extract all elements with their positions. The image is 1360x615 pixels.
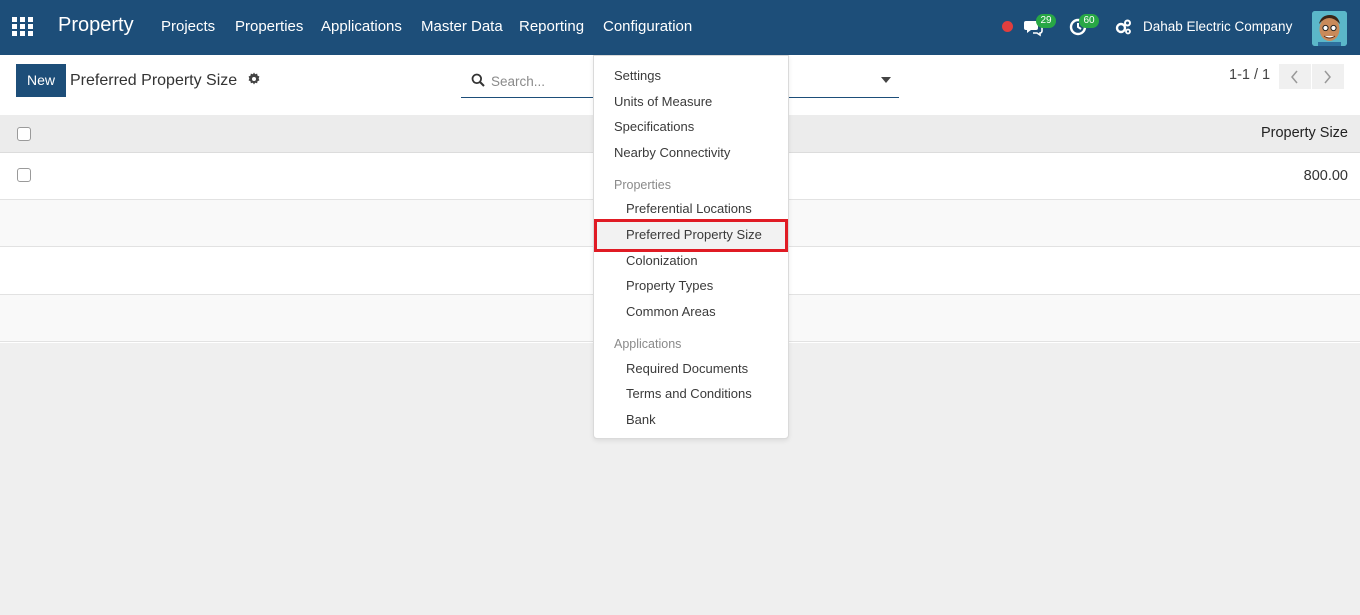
search-icon <box>471 73 485 87</box>
dropdown-item-nearby-connectivity[interactable]: Nearby Connectivity <box>614 145 730 160</box>
dropdown-item-units-of-measure[interactable]: Units of Measure <box>614 94 712 109</box>
dropdown-item-common-areas[interactable]: Common Areas <box>626 304 716 319</box>
column-header-property-size[interactable]: Property Size <box>1261 125 1348 141</box>
new-button[interactable]: New <box>16 64 66 97</box>
property-size-cell: 800.00 <box>1303 168 1348 184</box>
menu-configuration[interactable]: Configuration <box>603 18 692 35</box>
menu-projects[interactable]: Projects <box>161 18 215 35</box>
company-switch-icon[interactable] <box>1113 17 1133 37</box>
dropdown-section-properties: Properties <box>614 178 671 192</box>
dropdown-item-preferred-property-size[interactable]: Preferred Property Size <box>626 227 762 242</box>
configuration-dropdown: Settings Units of Measure Specifications… <box>593 55 789 439</box>
top-navbar: Property Projects Properties Application… <box>0 0 1360 55</box>
row-checkbox[interactable] <box>17 168 31 182</box>
record-dot-icon[interactable] <box>1002 21 1013 32</box>
caret-down-icon[interactable] <box>881 77 891 83</box>
dropdown-item-property-types[interactable]: Property Types <box>626 278 713 293</box>
dropdown-item-terms-and-conditions[interactable]: Terms and Conditions <box>626 386 752 401</box>
search-input[interactable] <box>491 71 586 91</box>
dropdown-item-preferential-locations[interactable]: Preferential Locations <box>626 201 752 216</box>
dropdown-item-required-documents[interactable]: Required Documents <box>626 361 748 376</box>
dropdown-section-applications: Applications <box>614 337 682 351</box>
messages-badge: 29 <box>1036 14 1056 28</box>
menu-reporting[interactable]: Reporting <box>519 18 584 35</box>
pager-previous-button[interactable] <box>1279 64 1311 89</box>
dropdown-item-colonization[interactable]: Colonization <box>626 253 698 268</box>
dropdown-item-specifications[interactable]: Specifications <box>614 119 694 134</box>
gear-icon[interactable] <box>247 72 261 86</box>
menu-properties[interactable]: Properties <box>235 18 303 35</box>
chevron-right-icon <box>1324 70 1331 84</box>
apps-grid-icon[interactable] <box>12 17 33 36</box>
app-brand[interactable]: Property <box>58 14 134 37</box>
pager-value[interactable]: 1-1 / 1 <box>1229 67 1270 83</box>
company-name[interactable]: Dahab Electric Company <box>1143 19 1292 34</box>
activities-badge: 60 <box>1079 14 1099 28</box>
select-all-checkbox[interactable] <box>17 127 31 141</box>
menu-master-data[interactable]: Master Data <box>421 18 503 35</box>
chevron-left-icon <box>1291 70 1298 84</box>
breadcrumb: Preferred Property Size <box>70 72 238 89</box>
dropdown-item-bank[interactable]: Bank <box>626 412 656 427</box>
pager-next-button[interactable] <box>1312 64 1344 89</box>
dropdown-item-settings[interactable]: Settings <box>614 68 661 83</box>
menu-applications[interactable]: Applications <box>321 18 402 35</box>
user-avatar[interactable] <box>1312 11 1347 46</box>
